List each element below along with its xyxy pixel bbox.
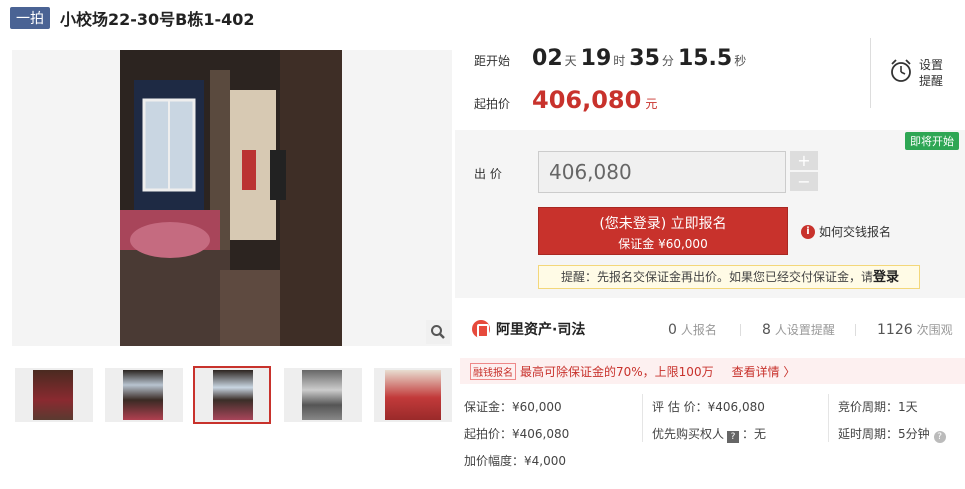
countdown-label: 距开始 <box>474 54 511 68</box>
thumbnail-5[interactable] <box>374 368 452 422</box>
financing-badge: 融钱报名 <box>470 362 516 380</box>
countdown-minutes-unit: 分 <box>661 54 674 68</box>
bid-box: 即将开始 出 价 406,080 + − (您未登录) 立即报名 保证金 ¥60… <box>455 130 965 298</box>
priority-help-icon[interactable]: ? <box>727 431 740 443</box>
delay-label: 延时周期：5分钟 <box>838 427 930 441</box>
brand: 阿里资产·司法 <box>472 319 652 339</box>
set-reminder-button[interactable]: 设置 提醒 <box>870 38 965 108</box>
thumbnail-2[interactable] <box>105 368 183 422</box>
divider <box>855 324 856 336</box>
main-image-viewer[interactable] <box>12 50 452 346</box>
zoom-icon[interactable] <box>426 320 450 344</box>
decrease-bid-button[interactable]: − <box>790 172 818 191</box>
countdown-seconds: 15.5 <box>677 46 733 71</box>
starting-price-value: 406,080 <box>532 86 642 114</box>
status-badge: 即将开始 <box>905 132 959 150</box>
brand-name: 阿里资产·司法 <box>496 322 586 338</box>
countdown: 距开始 02 天 19 时 35 分 15.5 秒 <box>474 46 750 71</box>
divider <box>828 394 829 442</box>
room-photo <box>120 50 342 346</box>
reminder-line2: 提醒 <box>919 74 944 88</box>
start-price-detail: 起拍价：¥406,080 <box>464 427 570 441</box>
stats-row: 阿里资产·司法 0 人报名 8 人设置提醒 1126 次围观 <box>455 314 965 344</box>
view-count-label: 次围观 <box>916 322 953 337</box>
lot-title: 小校场22-30号B栋1-402 <box>60 10 255 29</box>
deposit-detail: 保证金：¥60,000 <box>464 400 562 414</box>
thumbnail-1[interactable] <box>15 368 93 422</box>
countdown-minutes: 35 <box>629 46 660 71</box>
delay-detail: 延时周期：5分钟? <box>838 425 946 443</box>
countdown-days-unit: 天 <box>564 54 577 68</box>
starting-price-row: 起拍价 406,080 元 <box>474 86 657 114</box>
priority-label: 优先购买权人 <box>652 427 725 441</box>
ali-assets-logo-icon <box>472 320 490 338</box>
how-to-pay-label: 如何交钱报名 <box>819 225 892 239</box>
login-link[interactable]: 登录 <box>873 270 899 285</box>
signup-button[interactable]: (您未登录) 立即报名 保证金 ¥60,000 <box>538 207 788 255</box>
tip-text: 提醒：先报名交保证金再出价。如果您已经交付保证金，请 <box>561 270 874 284</box>
how-to-pay-link[interactable]: i 如何交钱报名 <box>801 223 891 240</box>
thumbnail-4[interactable] <box>284 368 362 422</box>
financing-promo: 融钱报名 最高可除保证金的70%，上限100万 查看详情 〉 <box>460 358 965 384</box>
view-count: 1126 次围观 <box>877 321 953 338</box>
priority-value: ：无 <box>742 427 767 441</box>
countdown-hours: 19 <box>580 46 612 71</box>
countdown-hours-unit: 时 <box>613 54 626 68</box>
reminder-count: 8 人设置提醒 <box>762 321 835 338</box>
thumbnail-strip <box>12 366 452 424</box>
title-row: 一拍 小校场22-30号B栋1-402 <box>10 6 255 30</box>
deposit-tip: 提醒：先报名交保证金再出价。如果您已经交付保证金，请登录 <box>538 265 920 289</box>
view-count-number: 1126 <box>877 321 913 338</box>
starting-price-label: 起拍价 <box>474 97 511 111</box>
countdown-seconds-unit: 秒 <box>734 54 747 68</box>
signup-count: 0 人报名 <box>668 321 717 338</box>
timer-section: 距开始 02 天 19 时 35 分 15.5 秒 起拍价 406,080 元 … <box>455 38 965 130</box>
starting-price-unit: 元 <box>645 97 658 111</box>
bid-label: 出 价 <box>474 167 502 181</box>
increase-bid-button[interactable]: + <box>790 151 818 170</box>
thumbnail-3[interactable] <box>193 366 271 424</box>
bid-amount-input[interactable]: 406,080 <box>538 151 786 193</box>
signup-button-label: (您未登录) 立即报名 <box>599 216 727 232</box>
alarm-clock-icon <box>889 58 913 88</box>
reminder-count-label: 人设置提醒 <box>774 322 835 337</box>
signup-count-number: 0 <box>668 321 677 338</box>
countdown-days: 02 <box>532 46 563 71</box>
round-badge: 一拍 <box>10 7 50 29</box>
info-icon: i <box>801 224 815 239</box>
appraisal-detail: 评 估 价：¥406,080 <box>652 400 765 414</box>
divider <box>740 324 741 336</box>
divider <box>642 394 643 442</box>
period-detail: 竞价周期：1天 <box>838 400 918 414</box>
promo-text: 最高可除保证金的70%，上限100万 <box>520 364 714 379</box>
question-icon[interactable]: ? <box>933 431 946 443</box>
signup-count-label: 人报名 <box>680 322 717 337</box>
signup-deposit-label: 保证金 ¥60,000 <box>618 237 708 251</box>
view-details-link[interactable]: 查看详情 〉 <box>732 363 796 380</box>
reminder-count-number: 8 <box>762 321 771 338</box>
reminder-line1: 设置 <box>919 58 944 72</box>
increment-detail: 加价幅度：¥4,000 <box>464 454 566 468</box>
priority-detail: 优先购买权人? ：无 <box>652 425 766 443</box>
